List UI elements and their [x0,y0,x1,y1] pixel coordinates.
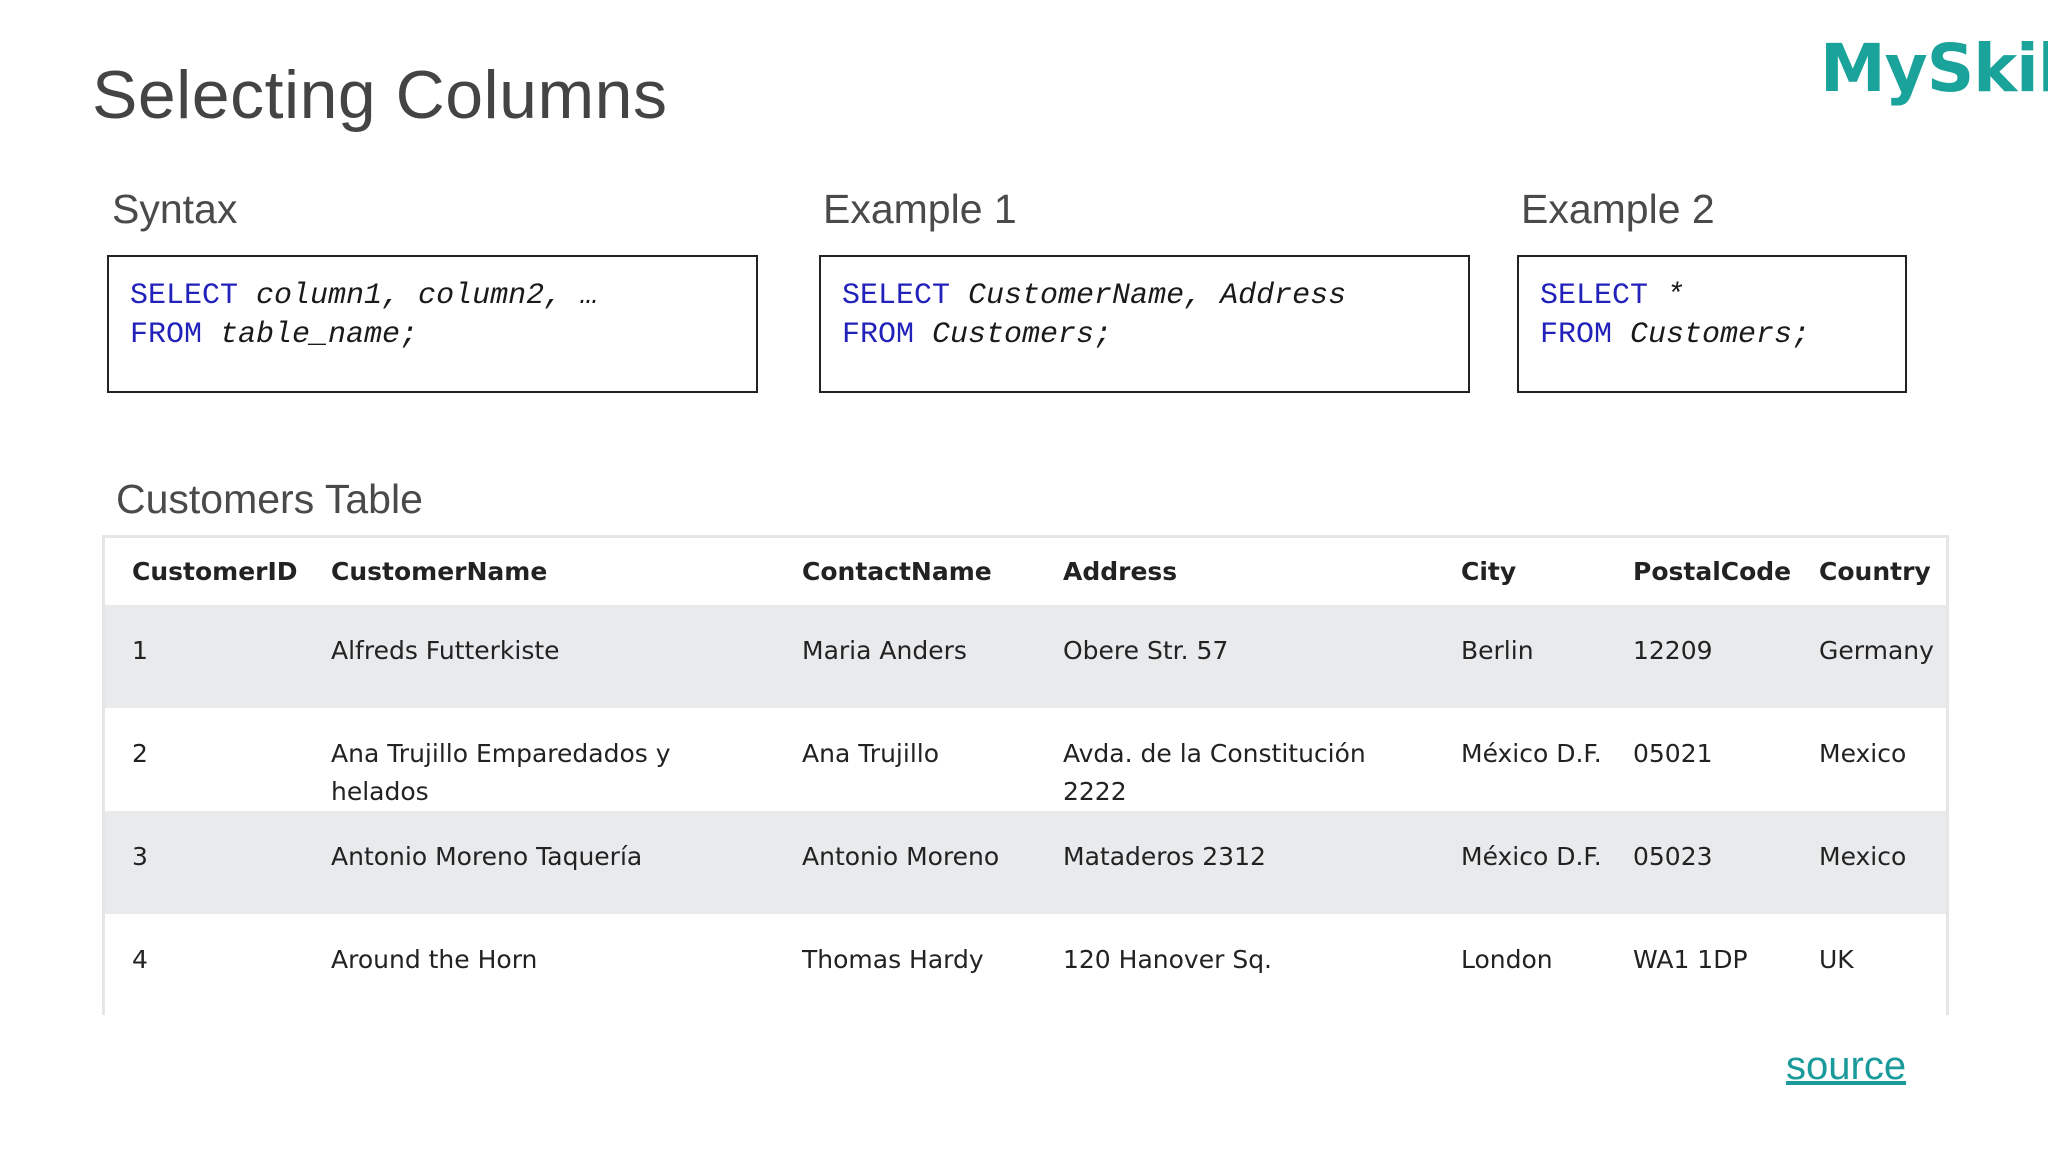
table-cell: 3 [132,842,148,871]
sql-keyword: FROM [842,318,915,352]
code-line-1: SELECT * [1540,277,1884,316]
example2-code-box: SELECT * FROM Customers; [1517,255,1907,393]
table-cell: Ana Trujillo Emparedados y helados [331,739,671,806]
table-cell: Ana Trujillo [802,739,940,768]
table-cell: Germany [1819,636,1934,665]
table-cell: 05023 [1633,842,1713,871]
source-link[interactable]: source [1786,1044,1906,1089]
example1-label: Example 1 [823,186,1017,232]
header-country: Country [1819,557,1931,586]
table-cell: UK [1819,945,1854,974]
myskill-logo: MySkill [1820,30,2048,107]
sql-keyword: SELECT [1540,279,1649,313]
header-customerid: CustomerID [132,557,298,586]
table-cell: Maria Anders [802,636,967,665]
sql-keyword: FROM [130,318,203,352]
table-cell: 120 Hanover Sq. [1063,945,1273,974]
table-cell: Avda. de la Constitución 2222 [1063,739,1366,806]
table-cell: Around the Horn [331,945,538,974]
sql-text: Customers; [914,318,1113,352]
sql-keyword: SELECT [842,279,951,313]
sql-keyword: FROM [1540,318,1613,352]
table-cell: Berlin [1461,636,1534,665]
code-line-1: SELECT CustomerName, Address [842,277,1447,316]
header-address: Address [1063,557,1178,586]
customers-table-container: CustomerID CustomerName ContactName Addr… [102,535,1949,1015]
table-cell: México D.F. [1461,842,1602,871]
table-cell: Antonio Moreno [802,842,1000,871]
table-cell: Mexico [1819,739,1907,768]
table-cell: Antonio Moreno Taquería [331,842,643,871]
table-cell: Obere Str. 57 [1063,636,1229,665]
code-line-2: FROM table_name; [130,316,735,355]
table-cell: 2 [132,739,148,768]
table-row: 2 Ana Trujillo Emparedados y helados Ana… [105,708,1946,811]
sql-text: column1, column2, … [238,279,599,313]
code-line-2: FROM Customers; [1540,316,1884,355]
code-line-2: FROM Customers; [842,316,1447,355]
sql-text: table_name; [202,318,419,352]
table-cell: Thomas Hardy [802,945,984,974]
page-title: Selecting Columns [92,57,668,133]
table-cell: Alfreds Futterkiste [331,636,560,665]
table-cell: México D.F. [1461,739,1602,768]
table-cell: Mataderos 2312 [1063,842,1266,871]
code-line-1: SELECT column1, column2, … [130,277,735,316]
customers-table-label: Customers Table [116,476,423,522]
table-cell: 12209 [1633,636,1713,665]
table-cell: WA1 1DP [1633,945,1748,974]
sql-text: Customers; [1612,318,1811,352]
sql-text: * [1648,279,1685,313]
header-customername: CustomerName [331,557,548,586]
sql-text: CustomerName, Address [950,279,1347,313]
example1-code-box: SELECT CustomerName, Address FROM Custom… [819,255,1470,393]
table-cell: 4 [132,945,148,974]
table-row: 1 Alfreds Futterkiste Maria Anders Obere… [105,605,1946,708]
syntax-label: Syntax [112,186,238,232]
sql-keyword: SELECT [130,279,239,313]
table-cell: Mexico [1819,842,1907,871]
syntax-code-box: SELECT column1, column2, … FROM table_na… [107,255,758,393]
example2-label: Example 2 [1521,186,1715,232]
header-postalcode: PostalCode [1633,557,1792,586]
table-cell: 05021 [1633,739,1713,768]
customers-table: CustomerID CustomerName ContactName Addr… [105,538,1946,1015]
table-cell: 1 [132,636,148,665]
header-contactname: ContactName [802,557,992,586]
table-row: 4 Around the Horn Thomas Hardy 120 Hanov… [105,914,1946,1015]
table-header-row: CustomerID CustomerName ContactName Addr… [105,538,1946,605]
table-cell: London [1461,945,1553,974]
header-city: City [1461,557,1517,586]
table-row: 3 Antonio Moreno Taquería Antonio Moreno… [105,811,1946,914]
